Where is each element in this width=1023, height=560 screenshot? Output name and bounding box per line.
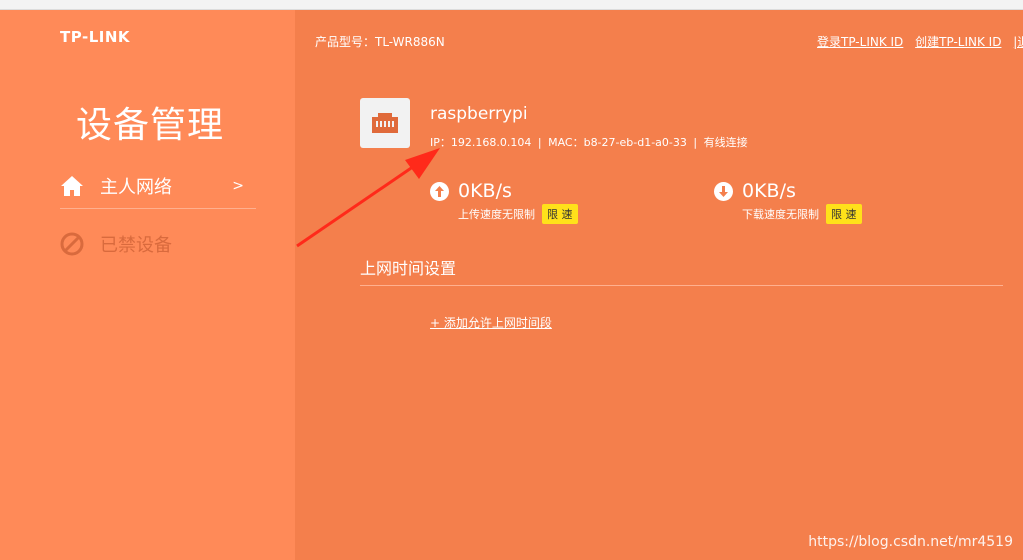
header-links: 登录TP-LINK ID 创建TP-LINK ID |退出 xyxy=(817,33,1023,50)
block-icon xyxy=(60,232,84,256)
browser-top-bar xyxy=(0,0,1023,10)
ethernet-port-icon xyxy=(360,98,410,148)
sidebar-title: 设备管理 xyxy=(76,105,225,146)
sidebar-item-blocked-devices[interactable]: 已禁设备 xyxy=(60,222,256,266)
tp-link-logo: TP-LINK xyxy=(60,28,131,46)
download-speed-value: 0KB/s xyxy=(742,180,796,202)
home-icon xyxy=(60,174,84,198)
sidebar-item-host-network[interactable]: 主人网络 > xyxy=(60,164,256,209)
upload-speed-value: 0KB/s xyxy=(458,180,512,202)
sidebar: TP-LINK 设备管理 主人网络 > 已禁设备 xyxy=(0,10,295,560)
download-limit-button[interactable]: 限 速 xyxy=(826,204,862,224)
upload-speed-label: 上传速度无限制 xyxy=(458,208,535,221)
sidebar-item-label: 已禁设备 xyxy=(100,235,172,256)
watermark: https://blog.csdn.net/mr4519 xyxy=(808,534,1013,550)
separator: | xyxy=(693,136,698,149)
separator: | xyxy=(537,136,542,149)
section-divider xyxy=(360,285,1003,286)
device-name: raspberrypi xyxy=(430,104,528,124)
chevron-right-icon: > xyxy=(232,178,244,194)
connection-type: 有线连接 xyxy=(703,136,748,149)
device-info: IP：192.168.0.104 | MAC：b8-27-eb-d1-a0-33… xyxy=(430,134,748,150)
create-tplink-id-link[interactable]: 创建TP-LINK ID xyxy=(915,35,1001,49)
sidebar-item-label: 主人网络 xyxy=(100,177,172,198)
arrow-up-circle-icon xyxy=(430,181,449,201)
internet-time-title: 上网时间设置 xyxy=(360,259,457,278)
upload-speed-block: 0KB/s 上传速度无限制 限 速 xyxy=(430,180,578,224)
router-admin-page: TP-LINK 设备管理 主人网络 > 已禁设备 产品型号：TL-WR886N … xyxy=(0,10,1023,560)
login-tplink-id-link[interactable]: 登录TP-LINK ID xyxy=(817,35,903,49)
logout-link[interactable]: |退出 xyxy=(1013,35,1023,49)
product-model: 产品型号：TL-WR886N xyxy=(315,35,445,49)
download-speed-block: 0KB/s 下载速度无限制 限 速 xyxy=(714,180,862,224)
download-speed-label: 下载速度无限制 xyxy=(742,208,819,221)
arrow-down-circle-icon xyxy=(714,181,733,201)
device-ip: IP：192.168.0.104 xyxy=(430,136,532,149)
upload-limit-button[interactable]: 限 速 xyxy=(542,204,578,224)
device-mac: MAC：b8-27-eb-d1-a0-33 xyxy=(548,136,687,149)
add-time-period-link[interactable]: + 添加允许上网时间段 xyxy=(430,314,552,331)
